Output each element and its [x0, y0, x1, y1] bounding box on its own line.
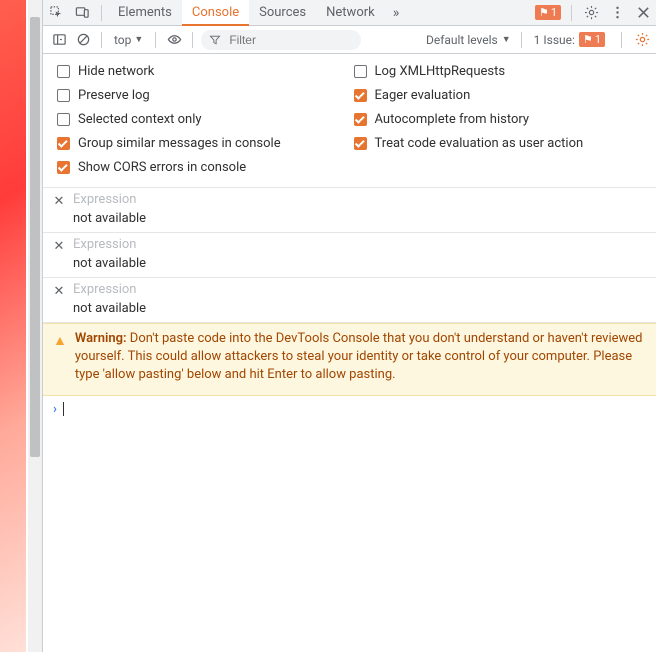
- separator: [571, 5, 572, 21]
- log-levels-dropdown[interactable]: Default levels ▼: [426, 33, 515, 47]
- setting-eager-eval[interactable]: Eager evaluation: [354, 88, 645, 103]
- filter-input[interactable]: [227, 32, 327, 48]
- text-cursor: [63, 402, 64, 416]
- live-expression-eye-icon[interactable]: [162, 26, 186, 54]
- setting-show-cors[interactable]: Show CORS errors in console: [57, 160, 348, 175]
- issues-prefix: 1 Issue:: [534, 33, 575, 47]
- setting-preserve-log[interactable]: Preserve log: [57, 88, 348, 103]
- background-strip: [0, 0, 26, 652]
- setting-label: Treat code evaluation as user action: [375, 136, 584, 151]
- separator: [192, 32, 193, 48]
- page-scrollbar-track[interactable]: [28, 0, 42, 652]
- tab-label: Network: [326, 5, 375, 20]
- checkbox-icon: [354, 89, 367, 102]
- page-scrollbar-thumb[interactable]: [30, 17, 40, 457]
- live-expression-input[interactable]: Expression: [73, 192, 146, 207]
- topbar: Elements Console Sources Network » ⚑ 1: [43, 0, 656, 26]
- more-tabs-icon[interactable]: »: [385, 5, 408, 21]
- console-toolbar: top ▼ Default levels ▼ 1 Issue: ⚑ 1: [43, 26, 656, 54]
- error-badge[interactable]: ⚑ 1: [535, 5, 561, 20]
- separator: [101, 5, 102, 21]
- setting-hide-network[interactable]: Hide network: [57, 64, 348, 79]
- tab-label: Sources: [259, 5, 306, 20]
- live-expression-value: not available: [73, 256, 146, 271]
- log-levels-label: Default levels: [426, 33, 498, 47]
- tab-sources[interactable]: Sources: [249, 0, 316, 26]
- tab-label: Console: [192, 5, 239, 20]
- error-flag-icon: ⚑: [539, 6, 549, 19]
- live-expression-row: ✕ Expression not available: [43, 278, 656, 323]
- checkbox-icon: [57, 65, 70, 78]
- console-prompt[interactable]: ›: [43, 396, 656, 423]
- live-expression-row: ✕ Expression not available: [43, 233, 656, 278]
- sidebar-toggle-icon[interactable]: [47, 26, 71, 54]
- context-label: top: [114, 33, 131, 47]
- paste-warning: ▲ Warning: Don't paste code into the Dev…: [43, 323, 656, 396]
- issues-count: 1: [595, 33, 601, 46]
- close-icon[interactable]: ✕: [51, 238, 67, 254]
- context-dropdown[interactable]: top ▼: [108, 33, 149, 47]
- separator: [521, 32, 522, 48]
- warning-triangle-icon: ▲: [53, 332, 67, 385]
- checkbox-icon: [354, 137, 367, 150]
- settings-gear-icon[interactable]: [578, 0, 604, 26]
- setting-context-only[interactable]: Selected context only: [57, 112, 348, 127]
- separator: [621, 32, 622, 48]
- close-icon[interactable]: ✕: [51, 193, 67, 209]
- clear-console-icon[interactable]: [71, 26, 95, 54]
- issues-badge: ⚑ 1: [579, 32, 605, 47]
- close-icon[interactable]: [630, 0, 656, 26]
- chevron-down-icon: ▼: [134, 34, 143, 45]
- live-expression-input[interactable]: Expression: [73, 237, 146, 252]
- setting-label: Hide network: [78, 64, 154, 79]
- error-flag-icon: ⚑: [583, 33, 593, 46]
- separator: [101, 32, 102, 48]
- setting-log-xhr[interactable]: Log XMLHttpRequests: [354, 64, 645, 79]
- filter-pill[interactable]: [201, 30, 361, 50]
- live-expression-value: not available: [73, 301, 146, 316]
- setting-autocomplete[interactable]: Autocomplete from history: [354, 112, 645, 127]
- checkbox-icon: [354, 113, 367, 126]
- inspect-element-icon[interactable]: [43, 0, 69, 26]
- tab-network[interactable]: Network: [316, 0, 385, 26]
- prompt-chevron-icon: ›: [53, 402, 57, 417]
- checkbox-icon: [57, 113, 70, 126]
- setting-label: Show CORS errors in console: [78, 160, 246, 175]
- device-toolbar-icon[interactable]: [69, 0, 95, 26]
- issues-counter[interactable]: 1 Issue: ⚑ 1: [528, 32, 615, 47]
- live-expression-value: not available: [73, 211, 146, 226]
- warning-title: Warning:: [75, 331, 130, 346]
- tab-console[interactable]: Console: [182, 0, 249, 26]
- checkbox-icon: [354, 65, 367, 78]
- funnel-icon: [209, 34, 221, 46]
- setting-label: Autocomplete from history: [375, 112, 530, 127]
- tab-label: Elements: [118, 5, 172, 20]
- devtools-panel: Elements Console Sources Network » ⚑ 1: [42, 0, 656, 652]
- checkbox-icon: [57, 137, 70, 150]
- checkbox-icon: [57, 161, 70, 174]
- setting-group-similar[interactable]: Group similar messages in console: [57, 136, 348, 151]
- tab-elements[interactable]: Elements: [108, 0, 182, 26]
- setting-label: Log XMLHttpRequests: [375, 64, 506, 79]
- setting-label: Eager evaluation: [375, 88, 471, 103]
- console-settings: Hide network Log XMLHttpRequests Preserv…: [43, 54, 656, 188]
- close-icon[interactable]: ✕: [51, 283, 67, 299]
- warning-text: Warning: Don't paste code into the DevTo…: [75, 330, 646, 385]
- separator: [155, 32, 156, 48]
- kebab-menu-icon[interactable]: [604, 0, 630, 26]
- console-settings-gear-icon[interactable]: [628, 26, 656, 54]
- live-expression-row: ✕ Expression not available: [43, 188, 656, 233]
- setting-label: Preserve log: [78, 88, 150, 103]
- live-expression-input[interactable]: Expression: [73, 282, 146, 297]
- error-count: 1: [551, 6, 557, 19]
- setting-label: Group similar messages in console: [78, 136, 281, 151]
- setting-label: Selected context only: [78, 112, 202, 127]
- setting-treat-user-action[interactable]: Treat code evaluation as user action: [354, 136, 645, 151]
- checkbox-icon: [57, 89, 70, 102]
- warning-body: Don't paste code into the DevTools Conso…: [75, 331, 643, 382]
- chevron-down-icon: ▼: [502, 34, 511, 45]
